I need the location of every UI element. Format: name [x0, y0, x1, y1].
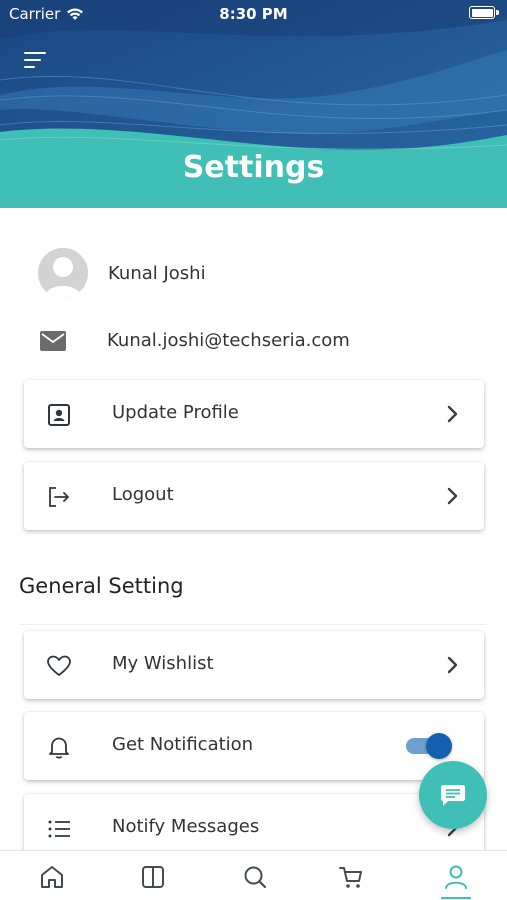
general-setting-heading: General Setting	[19, 574, 184, 598]
user-name: Kunal Joshi	[108, 262, 206, 284]
chevron-right-icon	[447, 405, 458, 423]
list-icon	[48, 820, 70, 838]
header-banner: Carrier 8:30 PM Settings	[0, 0, 507, 208]
my-wishlist-label: My Wishlist	[112, 653, 214, 674]
profile-row: Kunal Joshi	[38, 248, 206, 298]
update-profile-label: Update Profile	[112, 402, 239, 423]
logout-button[interactable]: Logout	[24, 462, 484, 530]
get-notification-label: Get Notification	[112, 734, 254, 755]
search-icon[interactable]	[241, 863, 269, 891]
status-time: 8:30 PM	[219, 5, 288, 23]
profile-icon	[48, 404, 70, 426]
logout-icon	[49, 487, 69, 507]
my-wishlist-button[interactable]: My Wishlist	[24, 631, 484, 699]
avatar	[38, 248, 88, 298]
bottom-navigation	[0, 850, 507, 900]
toggle-knob	[426, 733, 452, 759]
logout-label: Logout	[112, 484, 174, 505]
user-icon[interactable]	[442, 863, 470, 891]
page-title: Settings	[182, 150, 325, 185]
cart-icon[interactable]	[337, 863, 365, 891]
get-notification-row: Get Notification	[24, 712, 484, 780]
email-row: Kunal.joshi@techseria.com	[40, 330, 350, 351]
status-bar: Carrier 8:30 PM	[0, 0, 507, 30]
bell-icon	[49, 737, 69, 759]
heart-icon	[47, 655, 71, 676]
avatar-placeholder-icon	[38, 248, 88, 298]
chat-icon	[441, 785, 465, 806]
battery-icon	[469, 6, 499, 19]
update-profile-button[interactable]: Update Profile	[24, 380, 484, 448]
chevron-right-icon	[447, 487, 458, 505]
mail-icon	[40, 330, 66, 351]
divider	[20, 624, 487, 625]
chevron-right-icon	[447, 656, 458, 674]
user-email: Kunal.joshi@techseria.com	[107, 330, 350, 351]
notify-messages-label: Notify Messages	[112, 816, 260, 837]
notification-toggle[interactable]	[406, 733, 452, 759]
menu-button[interactable]	[24, 52, 48, 70]
home-icon[interactable]	[38, 863, 66, 891]
book-icon[interactable]	[139, 863, 167, 891]
chat-fab-button[interactable]	[419, 761, 487, 829]
active-tab-indicator	[441, 897, 471, 899]
